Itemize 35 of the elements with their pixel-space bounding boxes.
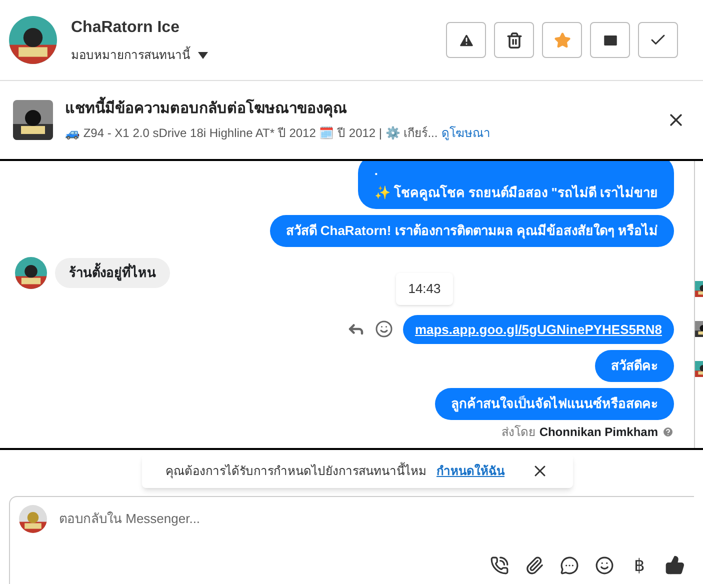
outgoing-message: สวัสดี ChaRatorn! เราต้องการติดตามผล คุณมีข้อสงสัยใดๆ หรือไม่ xyxy=(270,215,674,247)
outgoing-message: สวัสดีคะ xyxy=(595,350,674,382)
outgoing-message: . ✨ โชคคูณโชค รถยนต์มือสอง "รถไม่ดี เราไม่ขาย xyxy=(358,161,674,209)
report-button[interactable] xyxy=(446,22,486,58)
timestamp: 14:43 xyxy=(396,273,453,304)
emoji-icon[interactable] xyxy=(374,320,393,338)
emoji-icon[interactable] xyxy=(595,556,614,575)
phone-plus-icon[interactable] xyxy=(490,556,509,575)
like-icon[interactable] xyxy=(665,555,685,576)
help-icon[interactable] xyxy=(662,426,674,438)
reply-field[interactable]: ตอบกลับใน Messenger... xyxy=(59,509,685,529)
trash-icon xyxy=(506,32,522,48)
caret-icon xyxy=(198,52,208,58)
delete-button[interactable] xyxy=(494,22,534,58)
star-icon xyxy=(554,32,570,48)
mail-button[interactable] xyxy=(590,22,630,58)
chat-bubble-icon[interactable] xyxy=(560,556,579,575)
sender-name: Chonnikan Pimkham xyxy=(539,424,658,440)
ad-details: 🚙 Z94 - X1 2.0 sDrive 18i Highline AT* ปี 2012 🗓 ปี 2012 | ⚙ เกียร์... xyxy=(65,125,438,142)
currency-button[interactable]: ฿ xyxy=(630,552,649,578)
done-button[interactable] xyxy=(638,22,678,58)
contact-name: ChaRatorn Ice xyxy=(71,18,180,38)
sent-by-label: ส่งโดย xyxy=(501,424,536,440)
reply-composer[interactable]: ตอบกลับใน Messenger... ฿ xyxy=(9,496,694,584)
assign-dropdown[interactable]: มอบหมายการสนทนานี้ xyxy=(71,46,208,64)
view-ad-link[interactable]: ดูโฆษณา xyxy=(442,124,491,142)
message-link[interactable]: maps.app.goo.gl/5gUGNinePYHES5RN8 xyxy=(402,314,674,344)
warning-icon xyxy=(458,32,474,48)
attachment-icon[interactable] xyxy=(525,556,544,575)
incoming-message: ร้านตั้งอยู่ที่ไหน xyxy=(55,258,170,288)
outgoing-message: ลูกค้าสนใจเป็นจัดไฟแนนซ์หรือสดคะ xyxy=(435,388,674,420)
star-button[interactable] xyxy=(542,22,582,58)
ad-notice-title: แชทนี้มีข้อความตอบกลับต่อโฆษณาของคุณ xyxy=(65,98,491,120)
assign-to-me-link[interactable]: กำหนดให้ฉัน xyxy=(436,462,504,480)
assign-prompt-text: คุณต้องการได้รับการกำหนดไปยังการสนทนานี้ไหม xyxy=(166,462,426,480)
